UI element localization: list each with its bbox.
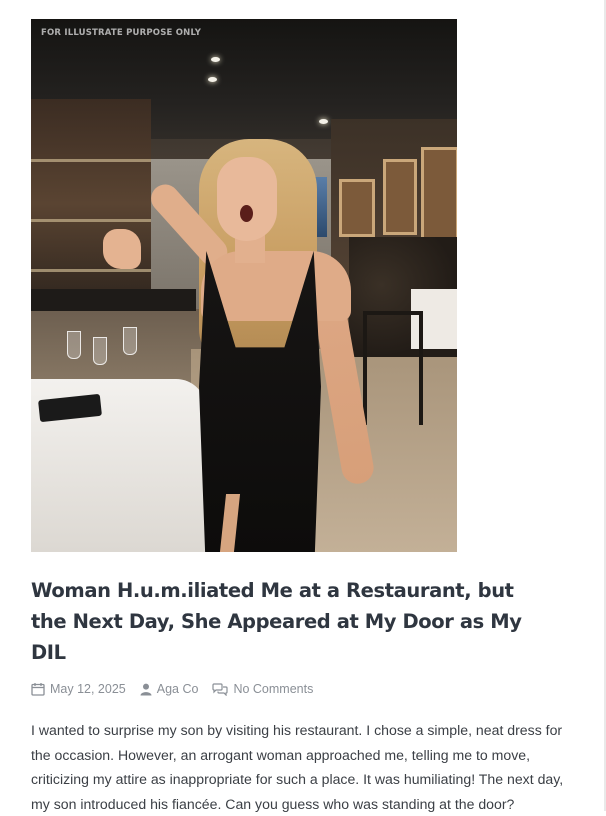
post-date: May 12, 2025 xyxy=(31,682,126,696)
photo-glass xyxy=(67,331,81,359)
photo-glass xyxy=(123,327,137,355)
photo-chair xyxy=(363,311,423,425)
photo-bar-counter xyxy=(31,289,196,311)
photo-woman-mouth xyxy=(240,205,253,222)
post-meta: May 12, 2025 Aga Co No Comments xyxy=(31,682,576,696)
photo-ceiling-light xyxy=(208,77,217,82)
photo-woman-face xyxy=(217,157,277,241)
post-title[interactable]: Woman H.u.m.iliated Me at a Restaurant, … xyxy=(31,575,551,668)
post-comments-link[interactable]: No Comments xyxy=(233,682,313,696)
featured-image[interactable]: FOR ILLUSTRATE PURPOSE ONLY xyxy=(31,19,457,552)
photo-bar-shelf xyxy=(31,99,151,309)
photo-ceiling-light xyxy=(319,119,328,124)
post-comments: No Comments xyxy=(212,682,313,696)
post-excerpt: I wanted to surprise my son by visiting … xyxy=(31,722,564,812)
image-watermark: FOR ILLUSTRATE PURPOSE ONLY xyxy=(41,28,202,38)
comments-icon xyxy=(212,682,229,696)
photo-wall-frame xyxy=(339,179,375,237)
blog-post: FOR ILLUSTRATE PURPOSE ONLY Woman H.u.m.… xyxy=(31,19,576,816)
user-icon xyxy=(140,683,152,695)
post-author: Aga Co xyxy=(140,682,199,696)
photo-ceiling-light xyxy=(211,57,220,62)
calendar-icon xyxy=(31,683,45,696)
post-date-link[interactable]: May 12, 2025 xyxy=(50,682,126,696)
photo-glass xyxy=(93,337,107,365)
post-author-link[interactable]: Aga Co xyxy=(157,682,199,696)
photo-wall-frame xyxy=(383,159,417,235)
photo-wall-frame xyxy=(421,147,457,243)
photo-woman-hand xyxy=(103,229,141,269)
